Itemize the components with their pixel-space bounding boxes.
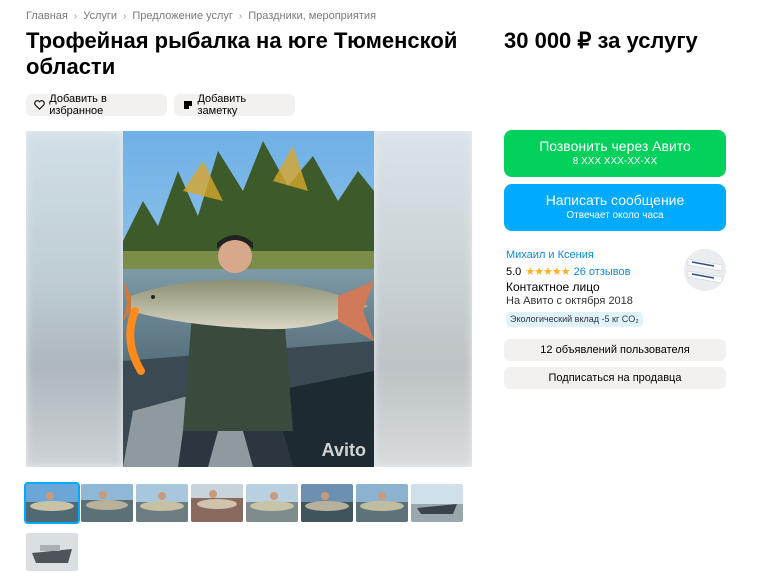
main-photo[interactable]: Avito — [123, 131, 374, 467]
avito-watermark: Avito — [321, 440, 366, 460]
breadcrumb-home[interactable]: Главная — [26, 10, 68, 22]
add-note-label: Добавить заметку — [197, 93, 247, 117]
chevron-right-icon: › — [73, 10, 78, 22]
add-to-favorites-button[interactable]: Добавить в избранное — [26, 93, 167, 117]
subscribe-seller-button[interactable]: Подписаться на продавца — [504, 367, 726, 389]
add-note-button[interactable]: Добавить заметку — [174, 93, 295, 117]
thumbnail-3[interactable] — [136, 484, 188, 522]
note-icon — [182, 99, 193, 111]
phone-number-masked: 8 XXX XXX-XX-XX — [572, 156, 658, 167]
contact-type: Контактное лицо — [506, 280, 600, 294]
thumbnail-2[interactable] — [81, 484, 133, 522]
response-time: Отвечает около часа — [566, 210, 664, 221]
seller-rating: 5.0 ★★★★★ 26 отзывов — [506, 265, 631, 279]
photo-gallery[interactable]: Avito — [26, 131, 472, 467]
avatar[interactable] — [684, 249, 726, 291]
add-to-favorites-label: Добавить в избранное — [49, 93, 107, 117]
breadcrumb-services[interactable]: Услуги — [83, 10, 117, 22]
user-listings-button[interactable]: 12 объявлений пользователя — [504, 339, 726, 361]
thumbnail-9[interactable] — [26, 533, 78, 571]
chevron-right-icon: › — [123, 10, 127, 22]
thumbnail-1[interactable] — [24, 482, 80, 524]
breadcrumb-service-offers[interactable]: Предложение услуг — [132, 10, 233, 22]
chevron-right-icon: › — [238, 10, 243, 22]
page-title: Трофейная рыбалка на юге Тюменской облас… — [26, 28, 458, 79]
rating-value: 5.0 — [506, 265, 522, 278]
heart-icon — [34, 99, 45, 111]
gallery-blur-right — [374, 131, 472, 467]
breadcrumb-holidays-events[interactable]: Праздники, мероприятия — [248, 10, 376, 22]
call-via-avito-button[interactable]: Позвонить через Авито 8 XXX XXX-XX-XX — [504, 130, 726, 177]
message-button-label: Написать сообщение — [545, 192, 685, 208]
call-button-label: Позвонить через Авито — [539, 138, 691, 154]
star-rating-icon: ★★★★★ — [525, 266, 570, 278]
gallery-blur-left — [26, 131, 123, 467]
write-message-button[interactable]: Написать сообщение Отвечает около часа — [504, 184, 726, 231]
reviews-link[interactable]: 26 отзывов — [574, 266, 631, 278]
thumbnail-7[interactable] — [356, 484, 408, 522]
thumbnail-4[interactable] — [191, 484, 243, 522]
thumbnail-6[interactable] — [301, 484, 353, 522]
seller-since: На Авито с октября 2018 — [506, 295, 633, 307]
eco-contribution-badge[interactable]: Экологический вклад -5 кг CO₂ — [506, 312, 643, 327]
thumbnail-5[interactable] — [246, 484, 298, 522]
thumbnail-8[interactable] — [411, 484, 463, 522]
seller-name-link[interactable]: Михаил и Ксения — [506, 249, 594, 261]
price: 30 000 ₽ за услугу — [504, 28, 698, 53]
breadcrumb: Главная › Услуги › Предложение услуг › П… — [26, 10, 376, 22]
